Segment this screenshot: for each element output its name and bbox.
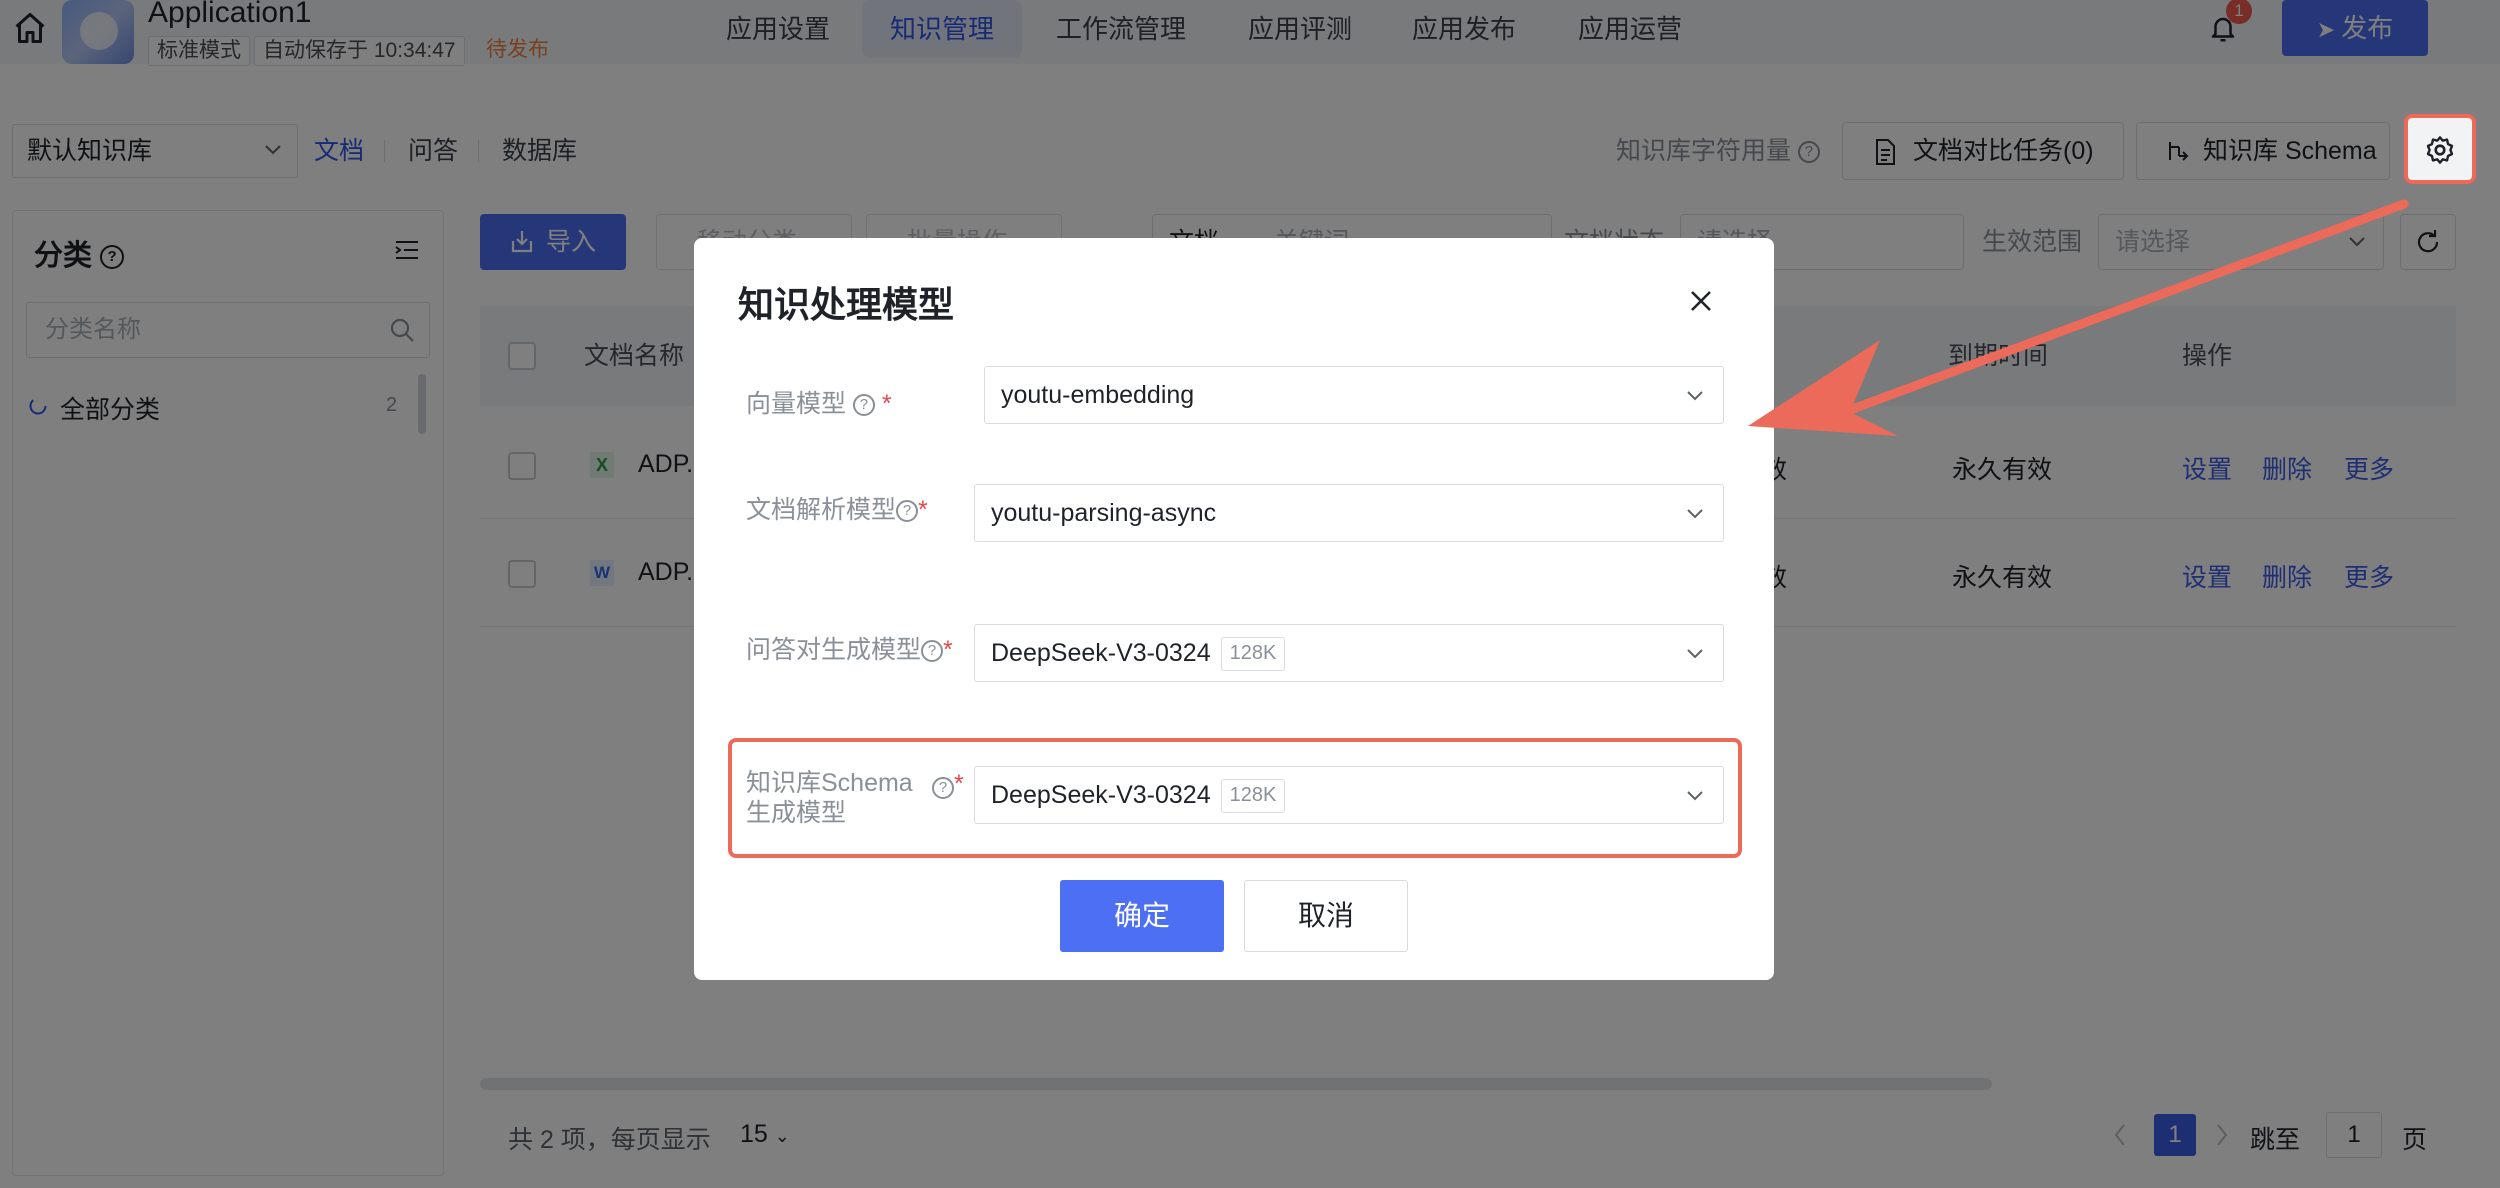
annotation-arrow bbox=[1748, 199, 2409, 436]
chevron-down-icon bbox=[1685, 389, 1705, 403]
schema-model-label: 知识库Schema 生成模型 bbox=[746, 769, 913, 827]
chevron-down-icon bbox=[1685, 789, 1705, 803]
help-icon[interactable]: ? bbox=[932, 776, 954, 799]
help-icon[interactable]: ? bbox=[896, 500, 919, 523]
parsing-model-label: 文档解析模型? * bbox=[746, 496, 928, 524]
dialog-title: 知识处理模型 bbox=[738, 284, 955, 325]
cancel-button[interactable]: 取消 bbox=[1244, 880, 1408, 952]
chevron-down-icon bbox=[1685, 507, 1705, 521]
gear-icon bbox=[2424, 134, 2456, 166]
schema-help: ? * bbox=[932, 770, 964, 799]
required-mark: * bbox=[881, 390, 892, 418]
context-length-tag: 128K bbox=[1220, 637, 1286, 672]
required-mark: * bbox=[943, 636, 953, 664]
embedding-model-label: 向量模型 ? * bbox=[746, 390, 892, 418]
help-icon[interactable]: ? bbox=[921, 640, 944, 663]
required-mark: * bbox=[954, 770, 964, 798]
required-mark: * bbox=[918, 496, 928, 524]
schema-model-select[interactable]: DeepSeek-V3-0324 128K bbox=[974, 766, 1724, 824]
settings-button-highlight[interactable] bbox=[2404, 114, 2476, 184]
qa-model-label: 问答对生成模型? * bbox=[746, 636, 953, 664]
context-length-tag: 128K bbox=[1220, 779, 1286, 814]
confirm-button[interactable]: 确定 bbox=[1060, 880, 1224, 952]
parsing-model-select[interactable]: youtu-parsing-async bbox=[974, 484, 1724, 542]
help-icon[interactable]: ? bbox=[852, 394, 875, 417]
close-icon[interactable] bbox=[1686, 286, 1716, 316]
embedding-model-select[interactable]: youtu-embedding bbox=[984, 366, 1724, 424]
knowledge-model-dialog bbox=[694, 238, 1774, 980]
qa-model-select[interactable]: DeepSeek-V3-0324 128K bbox=[974, 624, 1724, 682]
chevron-down-icon bbox=[1685, 647, 1705, 661]
